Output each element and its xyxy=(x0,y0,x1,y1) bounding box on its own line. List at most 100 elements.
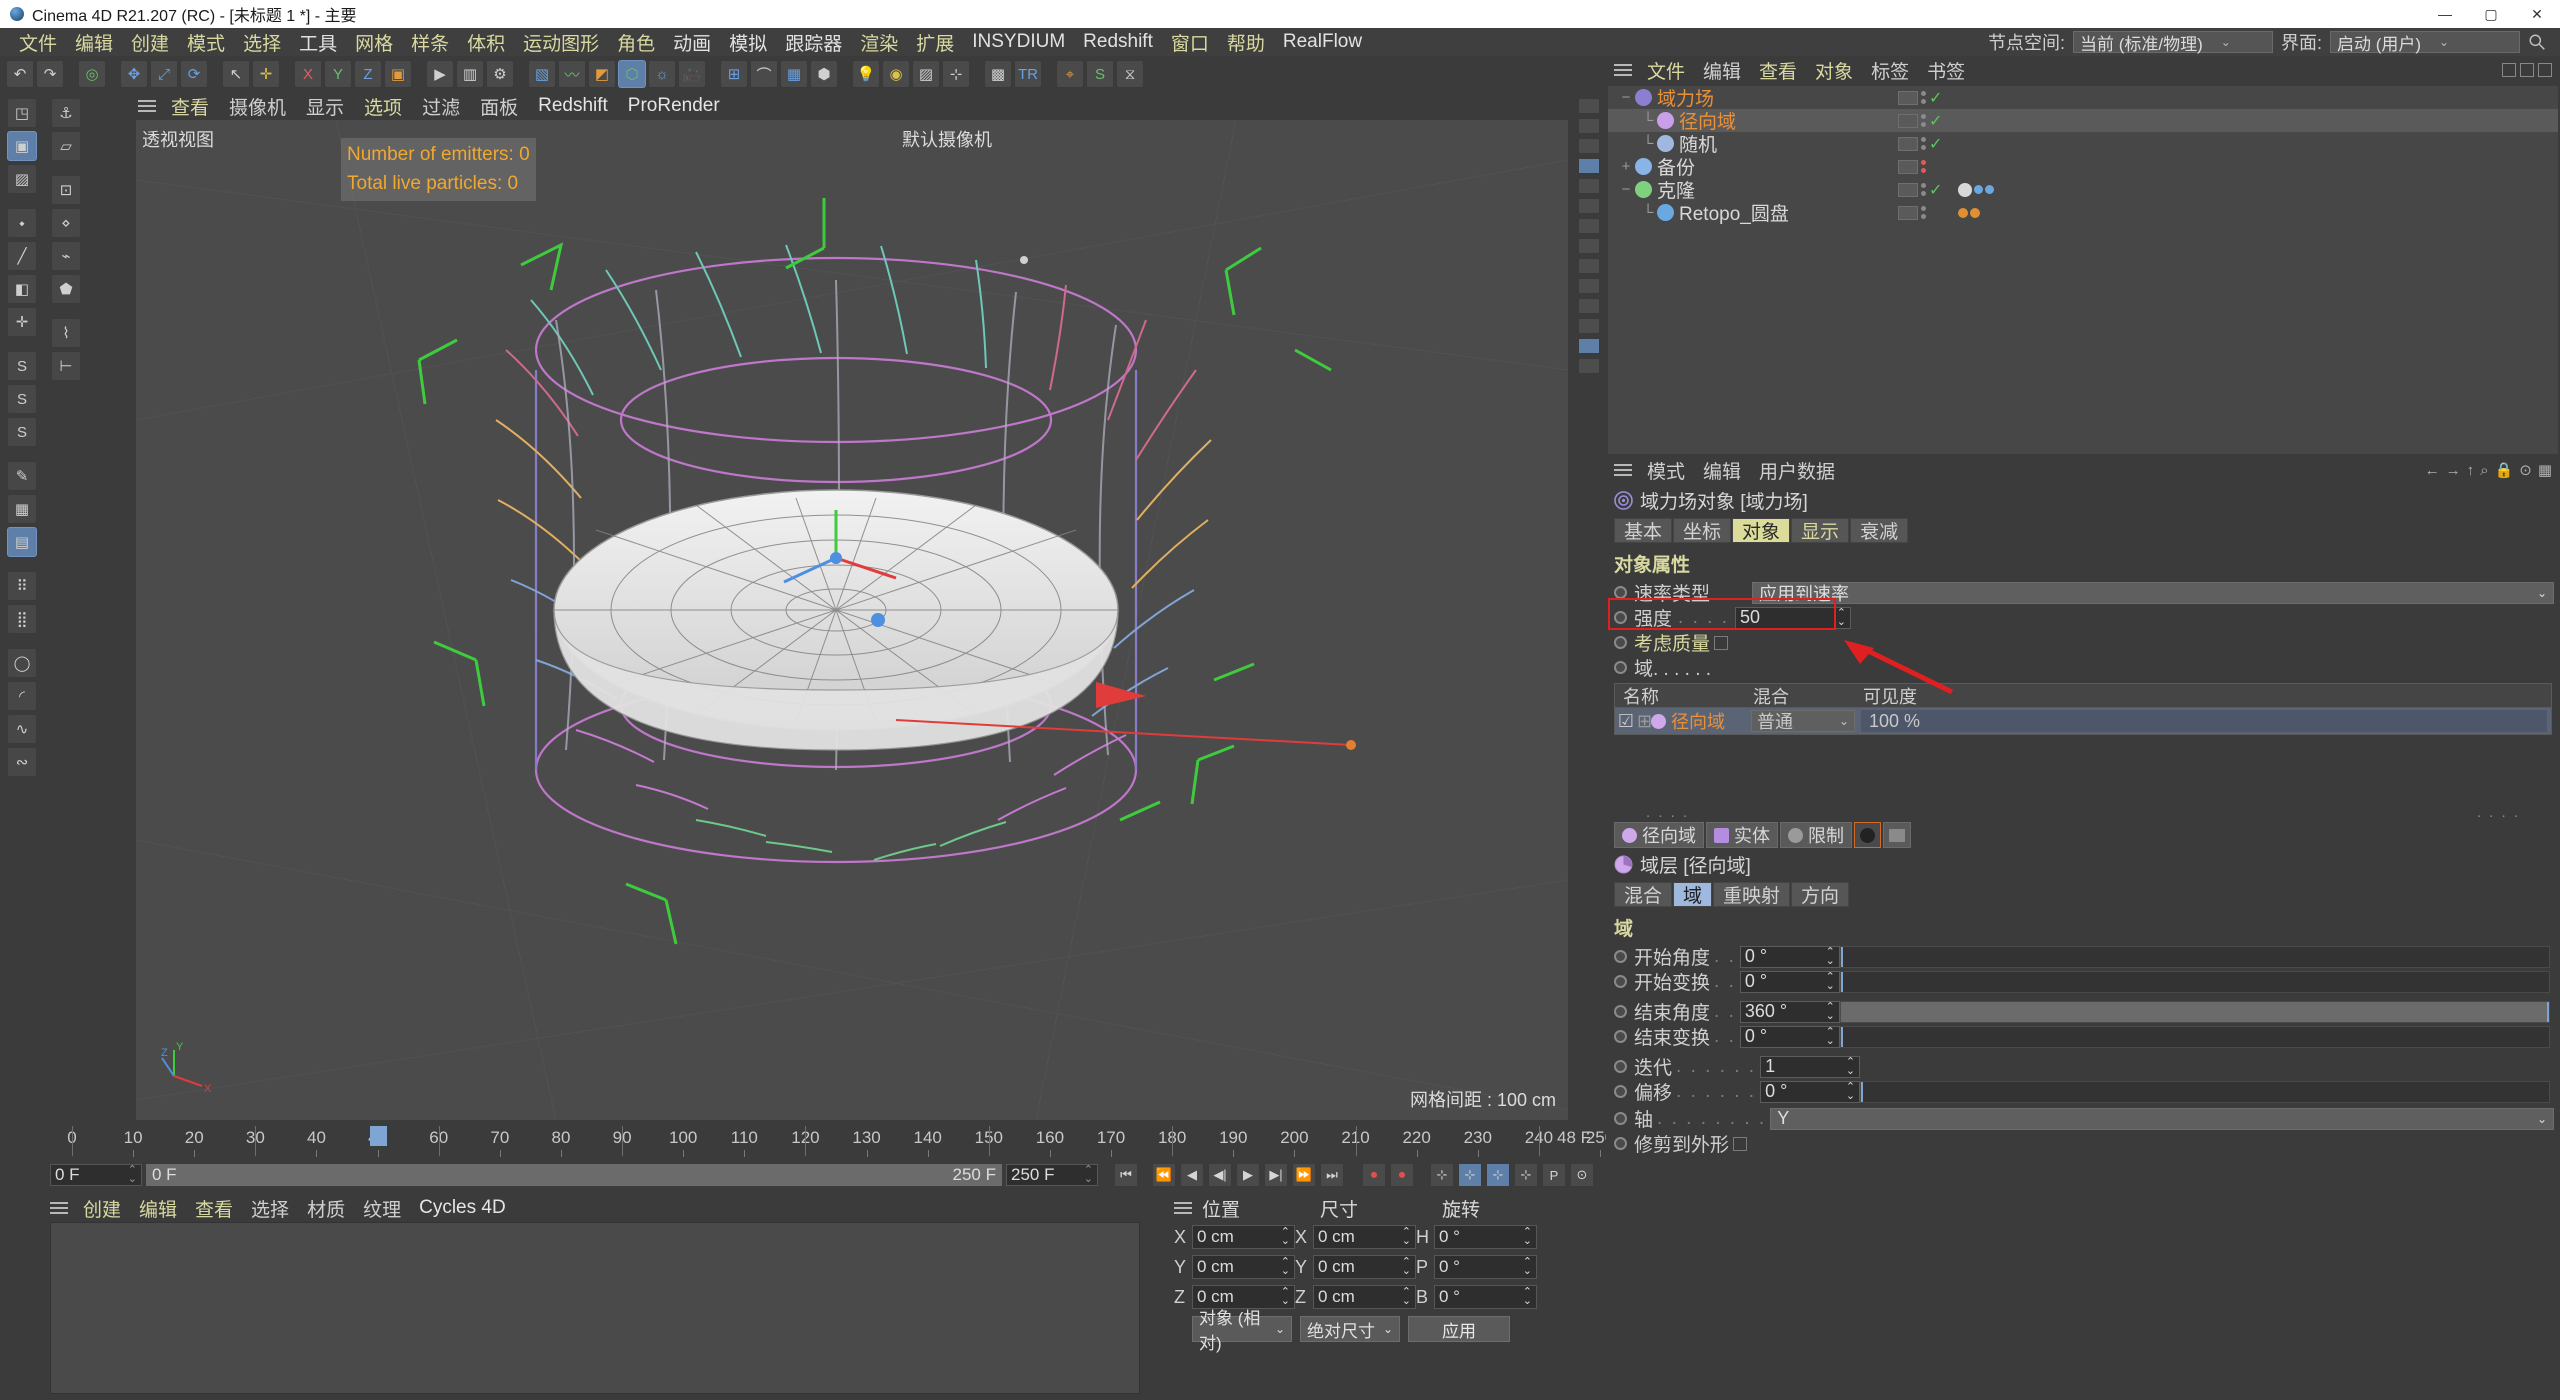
tree-expander-icon[interactable]: └ xyxy=(1640,135,1656,152)
viewport-menu-2[interactable]: 显示 xyxy=(297,93,353,120)
position-Y-field[interactable]: 0 cm ⌃ ⌄ xyxy=(1192,1255,1295,1279)
lock-z-button[interactable]: Z xyxy=(354,60,382,88)
object-visibility-dots[interactable] xyxy=(1921,183,1926,196)
param-slider[interactable] xyxy=(1839,970,2550,993)
render-view-button[interactable]: ▶ xyxy=(426,60,454,88)
vp-tool-5-icon[interactable] xyxy=(1578,178,1600,194)
tool-uv-icon[interactable]: ▦ xyxy=(7,494,37,524)
param-radio-icon[interactable] xyxy=(1614,1060,1627,1073)
object-menu-2[interactable]: 查看 xyxy=(1750,57,1806,84)
tool-polygon-mode-icon[interactable]: ◧ xyxy=(7,274,37,304)
add-material-button[interactable]: ◉ xyxy=(882,60,910,88)
param-input[interactable]: 360 ° ⌃ ⌄ xyxy=(1739,1000,1840,1023)
material-menu-5[interactable]: 纹理 xyxy=(354,1195,410,1222)
viewport-menu-7[interactable]: ProRender xyxy=(619,95,729,117)
add-cube-button[interactable]: ▧ xyxy=(528,60,556,88)
key-pla-button[interactable]: P xyxy=(1542,1163,1566,1187)
param-slider[interactable] xyxy=(1860,1080,2550,1103)
tool-texture-mode-icon[interactable]: ▨ xyxy=(7,164,37,194)
tree-expander-icon[interactable]: └ xyxy=(1640,204,1656,221)
lock-x-button[interactable]: X xyxy=(294,60,322,88)
axis-radio-icon[interactable] xyxy=(1614,1112,1627,1125)
panel-grip-right[interactable]: . . . . xyxy=(2477,804,2520,821)
scale-tool-button[interactable]: ⤢ xyxy=(150,60,178,88)
undo-button[interactable]: ↶ xyxy=(6,60,34,88)
frame-range-bar[interactable]: 0 F 250 F xyxy=(146,1164,1002,1186)
size-mode-dropdown[interactable]: 绝对尺寸 ⌄ xyxy=(1300,1316,1400,1342)
menu-item-20[interactable]: RealFlow xyxy=(1274,31,1371,53)
vp-tool-6-icon[interactable] xyxy=(1578,198,1600,214)
object-tags[interactable] xyxy=(1958,182,1994,197)
field-expander-icon[interactable]: ⊞ xyxy=(1637,711,1652,732)
menu-item-0[interactable]: 文件 xyxy=(10,29,66,56)
tool-curve-icon[interactable]: ∿ xyxy=(7,714,37,744)
material-menu-4[interactable]: 材质 xyxy=(298,1195,354,1222)
material-menu-2[interactable]: 查看 xyxy=(186,1195,242,1222)
viewport-canvas[interactable]: 透视视图 默认摄像机 Number of emitters: 0 Total li… xyxy=(136,120,1568,1120)
add-light-button[interactable]: 💡 xyxy=(852,60,880,88)
key-param-button[interactable]: ⊹ xyxy=(1514,1163,1538,1187)
menu-item-13[interactable]: 跟踪器 xyxy=(776,29,851,56)
spinner-icon[interactable]: ⌃ ⌄ xyxy=(1826,1026,1835,1046)
tool-spline-snap-icon[interactable]: ⌇ xyxy=(51,318,81,348)
go-to-end-button[interactable]: ⏭ xyxy=(1320,1163,1344,1187)
object-enable-toggle[interactable] xyxy=(1898,113,1918,128)
object-visibility-dots[interactable] xyxy=(1921,160,1926,173)
key-rotation-button[interactable]: ⊹ xyxy=(1486,1163,1510,1187)
key-position-button[interactable]: ⊹ xyxy=(1430,1163,1454,1187)
tool-edgesnap-icon[interactable]: ⌁ xyxy=(51,241,81,271)
attr-search-icon[interactable]: ⌕ xyxy=(2480,462,2488,479)
velocity-type-radio-icon[interactable] xyxy=(1614,586,1627,599)
object-tree[interactable]: − 域力场 ✓ └ 径向域 ✓ └ 随机 ✓ + 备份 − 克隆 ✓ └ Retopo_圆盘 xyxy=(1608,86,2558,454)
axis-tool-button[interactable]: ✛ xyxy=(252,60,280,88)
add-generator-button[interactable]: ◩ xyxy=(588,60,616,88)
current-frame-field[interactable]: 0 F ⌃ ⌄ xyxy=(50,1164,142,1186)
move-tool-button[interactable]: ✥ xyxy=(120,60,148,88)
record-button[interactable]: ⏺ xyxy=(1362,1163,1386,1187)
viewport-menu-6[interactable]: Redshift xyxy=(529,95,617,117)
close-button[interactable]: ✕ xyxy=(2514,0,2560,28)
tool-grid-icon[interactable]: ⠿ xyxy=(7,571,37,601)
add-spline-button[interactable]: 〰 xyxy=(558,60,586,88)
param-slider[interactable] xyxy=(1839,1025,2550,1048)
layout-dropdown[interactable]: 启动 (用户) ⌄ xyxy=(2330,31,2520,54)
axis-dropdown[interactable]: Y ⌄ xyxy=(1770,1107,2554,1130)
vp-tool-1-icon[interactable] xyxy=(1578,98,1600,114)
tool-edge-mode-icon[interactable]: ╱ xyxy=(7,241,37,271)
tool-point-mode-icon[interactable]: ⬩ xyxy=(7,208,37,238)
menu-item-5[interactable]: 工具 xyxy=(290,29,346,56)
object-enable-toggle[interactable] xyxy=(1898,182,1918,197)
hamburger-icon[interactable] xyxy=(50,1201,68,1215)
spinner-icon[interactable]: ⌃ ⌄ xyxy=(1846,1056,1855,1076)
object-enable-toggle[interactable] xyxy=(1898,159,1918,174)
live-selection-button[interactable]: ◎ xyxy=(78,60,106,88)
menu-item-3[interactable]: 模式 xyxy=(178,29,234,56)
object-row[interactable]: − 域力场 ✓ xyxy=(1608,86,2558,110)
viewport-menu-3[interactable]: 选项 xyxy=(355,93,411,120)
go-to-start-button[interactable]: ⏮ xyxy=(1114,1163,1138,1187)
tool-snap-magnet-icon[interactable]: ⚓ xyxy=(51,98,81,128)
spinner-icon[interactable]: ⌃ ⌄ xyxy=(1837,607,1846,627)
vp-tool-11-icon[interactable] xyxy=(1578,298,1600,314)
menu-item-9[interactable]: 运动图形 xyxy=(514,29,608,56)
om-layer-icon[interactable] xyxy=(2538,63,2552,77)
next-key-button[interactable]: ⏩ xyxy=(1292,1163,1316,1187)
menu-item-19[interactable]: 帮助 xyxy=(1218,29,1274,56)
spinner-icon[interactable]: ⌃ ⌄ xyxy=(1826,971,1835,991)
mograph-button[interactable]: ▦ xyxy=(780,60,808,88)
next-frame-button[interactable]: ▶| xyxy=(1264,1163,1288,1187)
size-Y-field[interactable]: 0 cm ⌃ ⌄ xyxy=(1313,1255,1416,1279)
param-radio-icon[interactable] xyxy=(1614,975,1627,988)
vp-tool-13-icon[interactable] xyxy=(1578,338,1600,354)
material-menu-1[interactable]: 编辑 xyxy=(130,1195,186,1222)
menu-item-2[interactable]: 创建 xyxy=(122,29,178,56)
param-input[interactable]: 0 ° ⌃ ⌄ xyxy=(1739,945,1840,968)
param-input[interactable]: 1 ⌃ ⌄ xyxy=(1760,1055,1861,1078)
key-scale-button[interactable]: ⊹ xyxy=(1458,1163,1482,1187)
size-X-field[interactable]: 0 cm ⌃ ⌄ xyxy=(1313,1225,1416,1249)
viewport-menu-0[interactable]: 查看 xyxy=(162,93,218,120)
object-menu-0[interactable]: 文件 xyxy=(1638,57,1694,84)
hamburger-icon[interactable] xyxy=(1614,63,1632,77)
rotation-P-field[interactable]: 0 ° ⌃ ⌄ xyxy=(1434,1255,1537,1279)
attribute-tab-3[interactable]: 显示 xyxy=(1791,518,1850,543)
